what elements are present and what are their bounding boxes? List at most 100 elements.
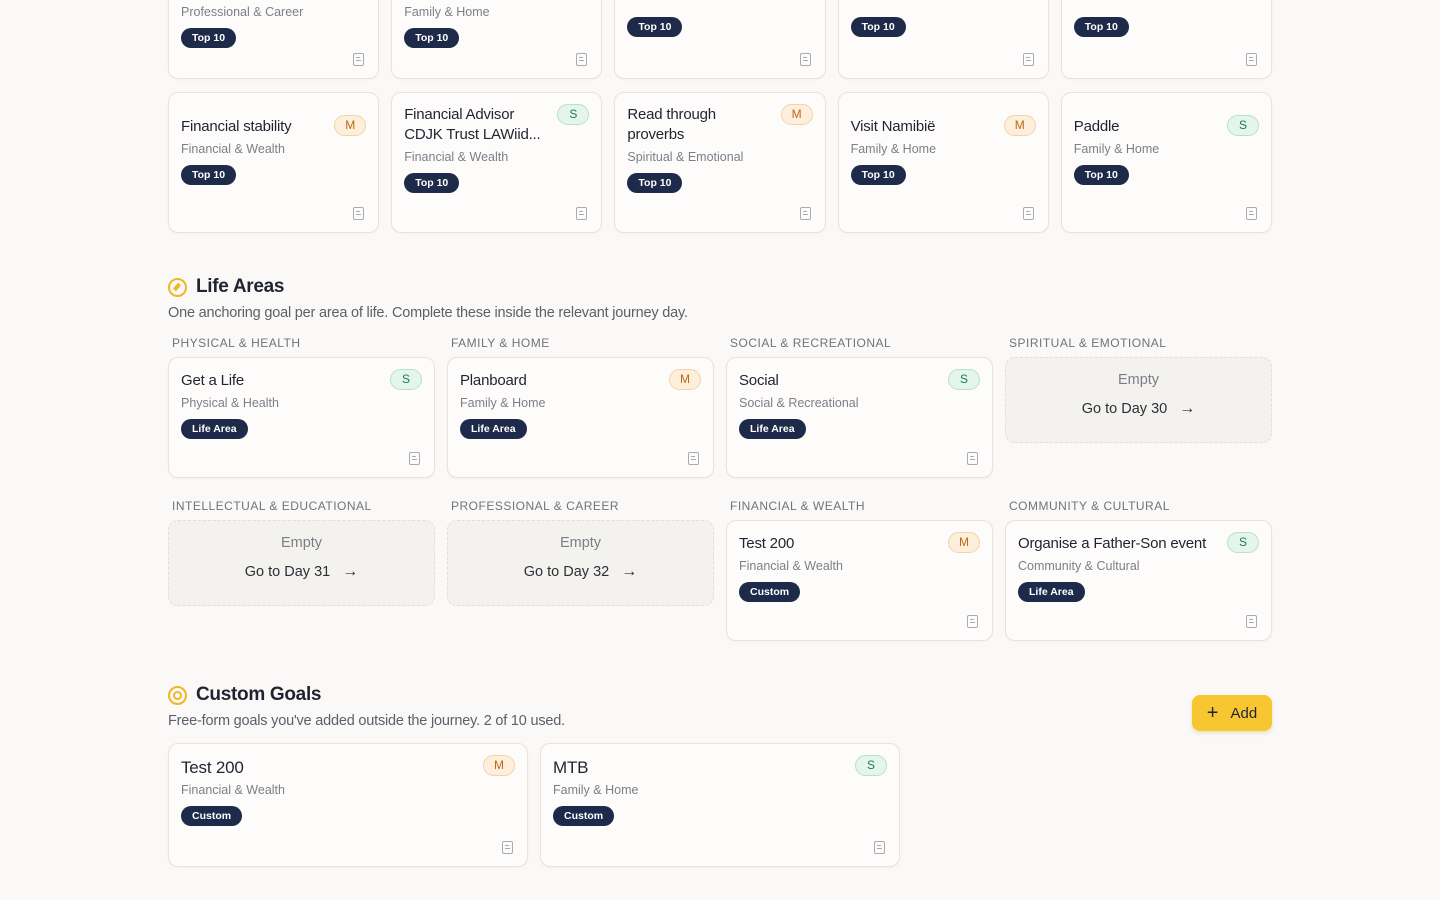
life-area-badge: Life Area <box>739 419 806 439</box>
arrow-right-icon: → <box>1179 400 1196 417</box>
goal-card[interactable]: Financial stability Financial & Wealth T… <box>168 92 380 233</box>
life-area-slot: PHYSICAL & HEALTH Get a Life Physical & … <box>168 335 435 478</box>
empty-slot: Empty Go to Day 31 → <box>168 520 435 606</box>
size-badge: S <box>948 369 980 390</box>
top10-badge: Top 10 <box>181 28 237 48</box>
document-icon[interactable] <box>1245 53 1257 66</box>
arrow-right-icon: → <box>342 563 359 580</box>
goal-title: Financial Advisor CDJK Trust LAWiid... <box>404 106 541 143</box>
life-area-slot: SPIRITUAL & EMOTIONAL Empty Go to Day 30… <box>1005 335 1272 478</box>
goal-card[interactable]: MTB Family & Home Custom S <box>540 743 900 867</box>
goal-category: Family & Home <box>1073 142 1160 156</box>
goal-card[interactable]: Professional & Career Top 10 <box>168 0 380 79</box>
goal-card[interactable]: Family & Home Top 10 <box>391 0 603 79</box>
arrow-right-icon: → <box>621 563 638 580</box>
top10-badge: Top 10 <box>1073 165 1129 185</box>
goal-card[interactable]: Planboard Family & Home Life Area M <box>447 357 714 478</box>
size-badge: M <box>334 115 367 136</box>
custom-goals-header: Custom Goals <box>168 684 322 706</box>
goal-title: MTB <box>553 758 589 777</box>
document-icon[interactable] <box>409 452 420 465</box>
life-area-slot: COMMUNITY & CULTURAL Organise a Father-S… <box>1005 498 1272 641</box>
life-area-label: FINANCIAL & WEALTH <box>730 499 866 513</box>
goal-card[interactable]: Top 10 <box>1060 0 1272 79</box>
goal-card[interactable]: Test 200 Financial & Wealth Custom M <box>168 743 528 867</box>
document-icon[interactable] <box>576 207 588 220</box>
size-badge: S <box>855 755 887 776</box>
section-subtitle: Free-form goals you've added outside the… <box>168 713 565 729</box>
goal-card[interactable]: Top 10 <box>837 0 1049 79</box>
document-icon[interactable] <box>1245 207 1257 220</box>
top10-badge: Top 10 <box>627 17 683 37</box>
size-badge: S <box>390 369 422 390</box>
section-subtitle: One anchoring goal per area of life. Com… <box>168 305 688 321</box>
document-icon[interactable] <box>576 53 588 66</box>
add-goal-button[interactable]: + Add <box>1192 695 1272 731</box>
goal-title: Social <box>739 372 779 389</box>
goal-card[interactable]: Visit Namibië Family & Home Top 10 M <box>837 92 1049 233</box>
document-icon[interactable] <box>799 207 811 220</box>
top10-badge: Top 10 <box>850 165 906 185</box>
empty-text: Empty <box>280 535 323 551</box>
goal-title: Get a Life <box>181 372 245 389</box>
document-icon[interactable] <box>688 452 699 465</box>
top10-badge: Top 10 <box>404 173 460 193</box>
goal-card[interactable]: Social Social & Recreational Life Area S <box>726 357 993 478</box>
go-to-day-link[interactable]: Go to Day 32 → <box>524 563 637 581</box>
goal-category: Financial & Wealth <box>404 150 509 164</box>
document-icon[interactable] <box>502 841 513 854</box>
document-icon[interactable] <box>967 615 978 628</box>
document-icon[interactable] <box>353 53 365 66</box>
size-badge: S <box>1227 532 1259 553</box>
document-icon[interactable] <box>874 841 885 854</box>
document-icon[interactable] <box>1246 615 1257 628</box>
goal-category: Financial & Wealth <box>181 783 285 797</box>
go-to-day-link[interactable]: Go to Day 30 → <box>1082 400 1195 418</box>
goal-title: Financial stability <box>181 118 292 135</box>
top10-badge: Top 10 <box>850 17 906 37</box>
life-area-label: COMMUNITY & CULTURAL <box>1009 499 1170 513</box>
life-area-badge: Life Area <box>181 419 248 439</box>
goal-category: Family & Home <box>850 142 937 156</box>
life-area-slot: INTELLECTUAL & EDUCATIONAL Empty Go to D… <box>168 498 435 641</box>
document-icon[interactable] <box>1022 53 1034 66</box>
life-area-label: PROFESSIONAL & CAREER <box>451 499 620 513</box>
goal-card[interactable]: Organise a Father-Son event Community & … <box>1005 520 1272 641</box>
goal-card[interactable]: Read through proverbs Spiritual & Emotio… <box>614 92 826 233</box>
compass-icon <box>168 277 187 297</box>
size-badge: M <box>780 104 813 125</box>
empty-slot: Empty Go to Day 30 → <box>1005 357 1272 443</box>
document-icon[interactable] <box>799 53 811 66</box>
life-areas-row-1: PHYSICAL & HEALTH Get a Life Physical & … <box>168 335 1272 478</box>
size-badge: M <box>948 532 980 553</box>
size-badge: M <box>669 369 701 390</box>
goal-card[interactable]: Paddle Family & Home Top 10 S <box>1060 92 1272 233</box>
document-icon[interactable] <box>967 452 978 465</box>
goal-category: Professional & Career <box>181 5 304 19</box>
life-area-slot: SOCIAL & RECREATIONAL Social Social & Re… <box>726 335 993 478</box>
empty-text: Empty <box>1117 372 1160 388</box>
goal-card[interactable]: Test 200 Financial & Wealth Custom M <box>726 520 993 641</box>
top10-badge: Top 10 <box>627 173 683 193</box>
goal-category: Financial & Wealth <box>181 142 285 156</box>
document-icon[interactable] <box>1022 207 1034 220</box>
goal-card[interactable]: Top 10 <box>614 0 826 79</box>
go-to-day-link[interactable]: Go to Day 31 → <box>245 563 358 581</box>
goal-card[interactable]: Get a Life Physical & Health Life Area S <box>168 357 435 478</box>
life-area-label: SPIRITUAL & EMOTIONAL <box>1009 336 1167 350</box>
custom-badge: Custom <box>553 806 615 826</box>
section-title: Custom Goals <box>196 684 322 705</box>
document-icon[interactable] <box>353 207 365 220</box>
top10-row-1: Professional & Career Top 10 Family & Ho… <box>168 0 1272 79</box>
size-badge: M <box>483 755 515 776</box>
go-to-day-label: Go to Day 32 <box>523 564 610 580</box>
size-badge: M <box>1003 115 1036 136</box>
goal-title: Test 200 <box>739 535 795 552</box>
life-area-badge: Life Area <box>460 419 527 439</box>
goal-category: Financial & Wealth <box>739 559 843 573</box>
size-badge: S <box>557 104 590 125</box>
empty-slot: Empty Go to Day 32 → <box>447 520 714 606</box>
custom-badge: Custom <box>181 806 243 826</box>
goal-card[interactable]: Financial Advisor CDJK Trust LAWiid... F… <box>391 92 603 233</box>
goal-category: Spiritual & Emotional <box>627 150 744 164</box>
